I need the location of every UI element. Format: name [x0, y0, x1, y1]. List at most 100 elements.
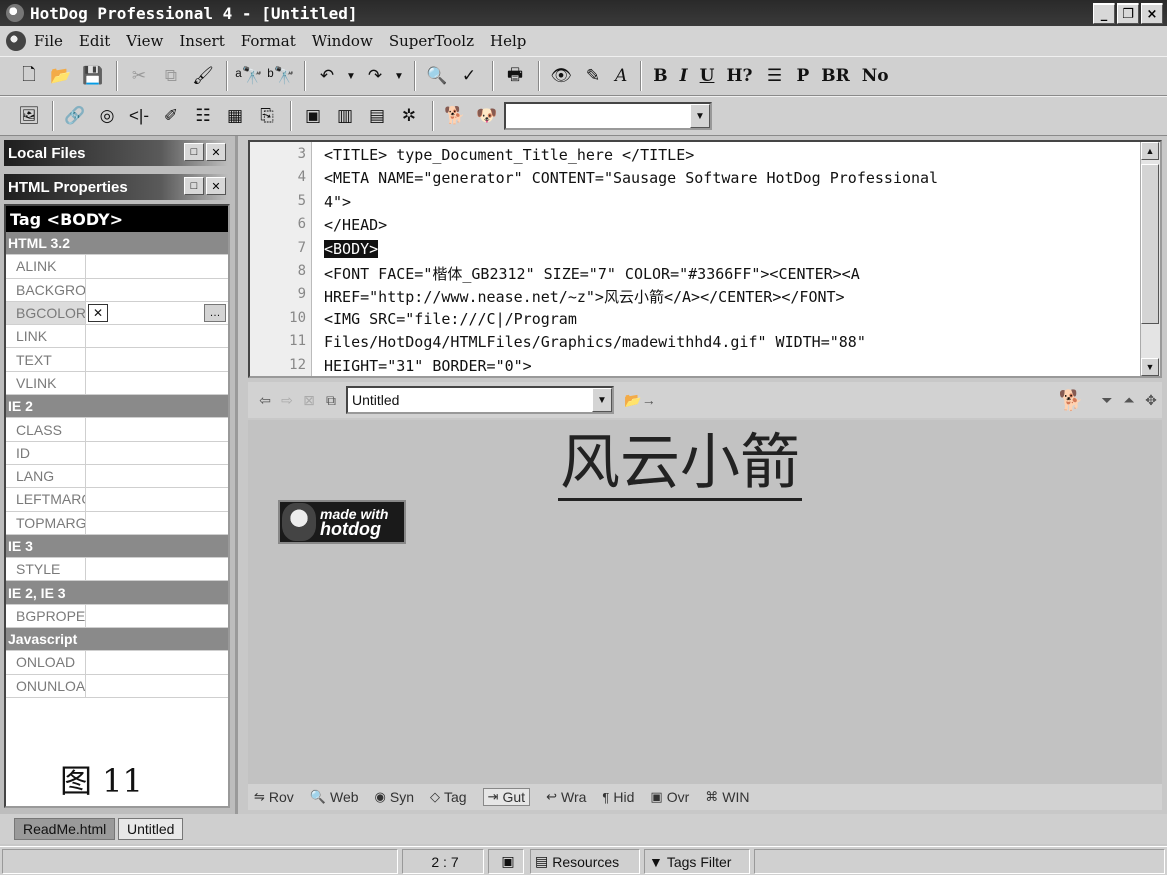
property-row[interactable]: TOPMARGIN: [6, 511, 228, 535]
dog-alt-icon[interactable]: 🐶: [472, 101, 502, 131]
doc-close-button[interactable]: ×: [1141, 4, 1163, 24]
scroll-down-icon[interactable]: ▼: [1141, 358, 1159, 376]
html-properties-header[interactable]: HTML Properties □ ✕: [4, 174, 228, 200]
property-row[interactable]: STYLE: [6, 558, 228, 582]
scroll-up-icon[interactable]: ▲: [1141, 142, 1159, 160]
pin-icon[interactable]: ✥: [1140, 389, 1162, 411]
doc-restore-button[interactable]: ❐: [1117, 4, 1139, 24]
code-line[interactable]: <META NAME="generator" CONTENT="Sausage …: [324, 169, 938, 187]
resources-tab[interactable]: ▤ Resources: [530, 849, 640, 874]
property-value[interactable]: [86, 488, 228, 510]
property-row[interactable]: BACKGROUND: [6, 278, 228, 302]
copy-icon[interactable]: ⧉: [156, 61, 186, 91]
document-menu-icon[interactable]: [6, 31, 26, 51]
tag-left-icon[interactable]: <|-: [124, 101, 154, 131]
redo-icon[interactable]: ↷: [360, 61, 390, 91]
chevron-down-icon[interactable]: ▼: [592, 388, 612, 412]
mode-web-button[interactable]: 🔍 Web: [310, 789, 359, 805]
code-line[interactable]: <IMG SRC="file:///C|/Program: [324, 310, 577, 328]
preview-eye-icon[interactable]: 👁: [546, 61, 576, 91]
forward-arrow-icon[interactable]: ⇨: [276, 389, 298, 411]
menu-supertoolz[interactable]: SuperToolz: [389, 32, 474, 50]
menu-window[interactable]: Window: [312, 32, 373, 50]
editor-scrollbar[interactable]: ▲ ▼: [1140, 142, 1160, 376]
toolbar-combo[interactable]: ▼: [504, 102, 712, 130]
layout-icon[interactable]: ▤: [362, 101, 392, 131]
property-value[interactable]: [86, 325, 228, 347]
zoom-icon[interactable]: 🔍: [422, 61, 452, 91]
property-row[interactable]: LEFTMARGIN: [6, 488, 228, 512]
bold-button[interactable]: B: [648, 61, 672, 91]
new-file-icon[interactable]: 🗋: [14, 61, 44, 91]
local-files-maximize-icon[interactable]: □: [184, 143, 204, 161]
expand-icon[interactable]: ⏶: [1118, 389, 1140, 411]
html-properties-close-icon[interactable]: ✕: [206, 177, 226, 195]
menu-insert[interactable]: Insert: [179, 32, 224, 50]
property-value[interactable]: [86, 279, 228, 301]
collapse-icon[interactable]: ⏷: [1096, 389, 1118, 411]
monitor-icon[interactable]: ▣: [488, 849, 524, 874]
property-row[interactable]: CLASS: [6, 418, 228, 442]
preview-url-combo[interactable]: Untitled ▼: [346, 386, 614, 414]
back-arrow-icon[interactable]: ⇦: [254, 389, 276, 411]
paste-icon[interactable]: 🖌: [188, 61, 218, 91]
undo-dropdown-icon[interactable]: ▼: [344, 61, 358, 91]
property-value[interactable]: [86, 651, 228, 673]
link-icon[interactable]: 🔗: [60, 101, 90, 131]
property-value[interactable]: [86, 605, 228, 627]
local-files-close-icon[interactable]: ✕: [206, 143, 226, 161]
property-row[interactable]: BGPROPERTIES: [6, 604, 228, 629]
underline-button[interactable]: U: [695, 61, 720, 91]
print-icon[interactable]: 🖶: [500, 61, 530, 91]
undo-icon[interactable]: ↶: [312, 61, 342, 91]
refresh-icon[interactable]: ⧉: [320, 389, 342, 411]
menu-format[interactable]: Format: [241, 32, 296, 50]
mode-wra-button[interactable]: ↩ Wra: [546, 789, 586, 805]
align-icon[interactable]: ☰: [759, 61, 789, 91]
scroll-thumb[interactable]: [1141, 164, 1159, 324]
property-value[interactable]: [86, 558, 228, 580]
preview-heading-link[interactable]: 风云小箭: [558, 428, 802, 501]
html-properties-maximize-icon[interactable]: □: [184, 177, 204, 195]
property-row[interactable]: ONUNLOAD: [6, 674, 228, 698]
menu-help[interactable]: Help: [490, 32, 526, 50]
dog-icon[interactable]: 🐕: [440, 101, 470, 131]
tags-filter-tab[interactable]: ▼ Tags Filter: [644, 849, 750, 874]
local-files-header[interactable]: Local Files □ ✕: [4, 140, 228, 166]
mode-win-button[interactable]: ⌘ WIN: [705, 789, 749, 805]
find-icon[interactable]: ᵃ🔭: [234, 61, 264, 91]
cut-icon[interactable]: ✂: [124, 61, 154, 91]
plugin-icon[interactable]: ✲: [394, 101, 424, 131]
heading-icon[interactable]: ✎: [578, 61, 608, 91]
code-line[interactable]: <FONT FACE="楷体_GB2312" SIZE="7" COLOR="#…: [324, 263, 860, 284]
clear-value-icon[interactable]: ✕: [88, 304, 108, 323]
break-button[interactable]: BR: [816, 61, 855, 91]
menu-file[interactable]: File: [34, 32, 63, 50]
frame-icon[interactable]: ▣: [298, 101, 328, 131]
code-editor[interactable]: 3 4 5 6 7 8 9 10 11 12 <TITLE> type_Document_Titl…: [248, 140, 1162, 378]
menu-view[interactable]: View: [126, 32, 163, 50]
code-line[interactable]: HEIGHT="31" BORDER="0">: [324, 357, 532, 375]
property-row[interactable]: BGCOLOR ✕…: [6, 301, 228, 326]
paragraph-button[interactable]: P: [791, 61, 814, 91]
property-row[interactable]: ID: [6, 441, 228, 465]
open-external-icon[interactable]: 📂→: [620, 389, 660, 411]
table-icon[interactable]: ▦: [220, 101, 250, 131]
doc-minimize-button[interactable]: _: [1093, 4, 1115, 24]
property-value[interactable]: [86, 442, 228, 464]
font-button[interactable]: A: [610, 61, 632, 91]
image-icon[interactable]: 🖼: [14, 101, 44, 131]
mode-tag-button[interactable]: ◇ Tag: [430, 789, 467, 805]
mode-rov-button[interactable]: ⇋ Rov: [254, 789, 294, 805]
redo-dropdown-icon[interactable]: ▼: [392, 61, 406, 91]
property-row[interactable]: ALINK: [6, 255, 228, 279]
mode-hid-button[interactable]: ¶ Hid: [602, 789, 634, 805]
property-row[interactable]: ONLOAD: [6, 651, 228, 675]
tab-untitled[interactable]: Untitled: [118, 818, 184, 840]
list-icon[interactable]: ☷: [188, 101, 218, 131]
property-value[interactable]: ✕…: [86, 302, 228, 324]
tab-readme[interactable]: ReadMe.html: [14, 818, 116, 840]
save-icon[interactable]: 💾: [78, 61, 108, 91]
mode-gut-button[interactable]: ⇥ Gut: [482, 788, 531, 806]
open-folder-icon[interactable]: 📂: [46, 61, 76, 91]
